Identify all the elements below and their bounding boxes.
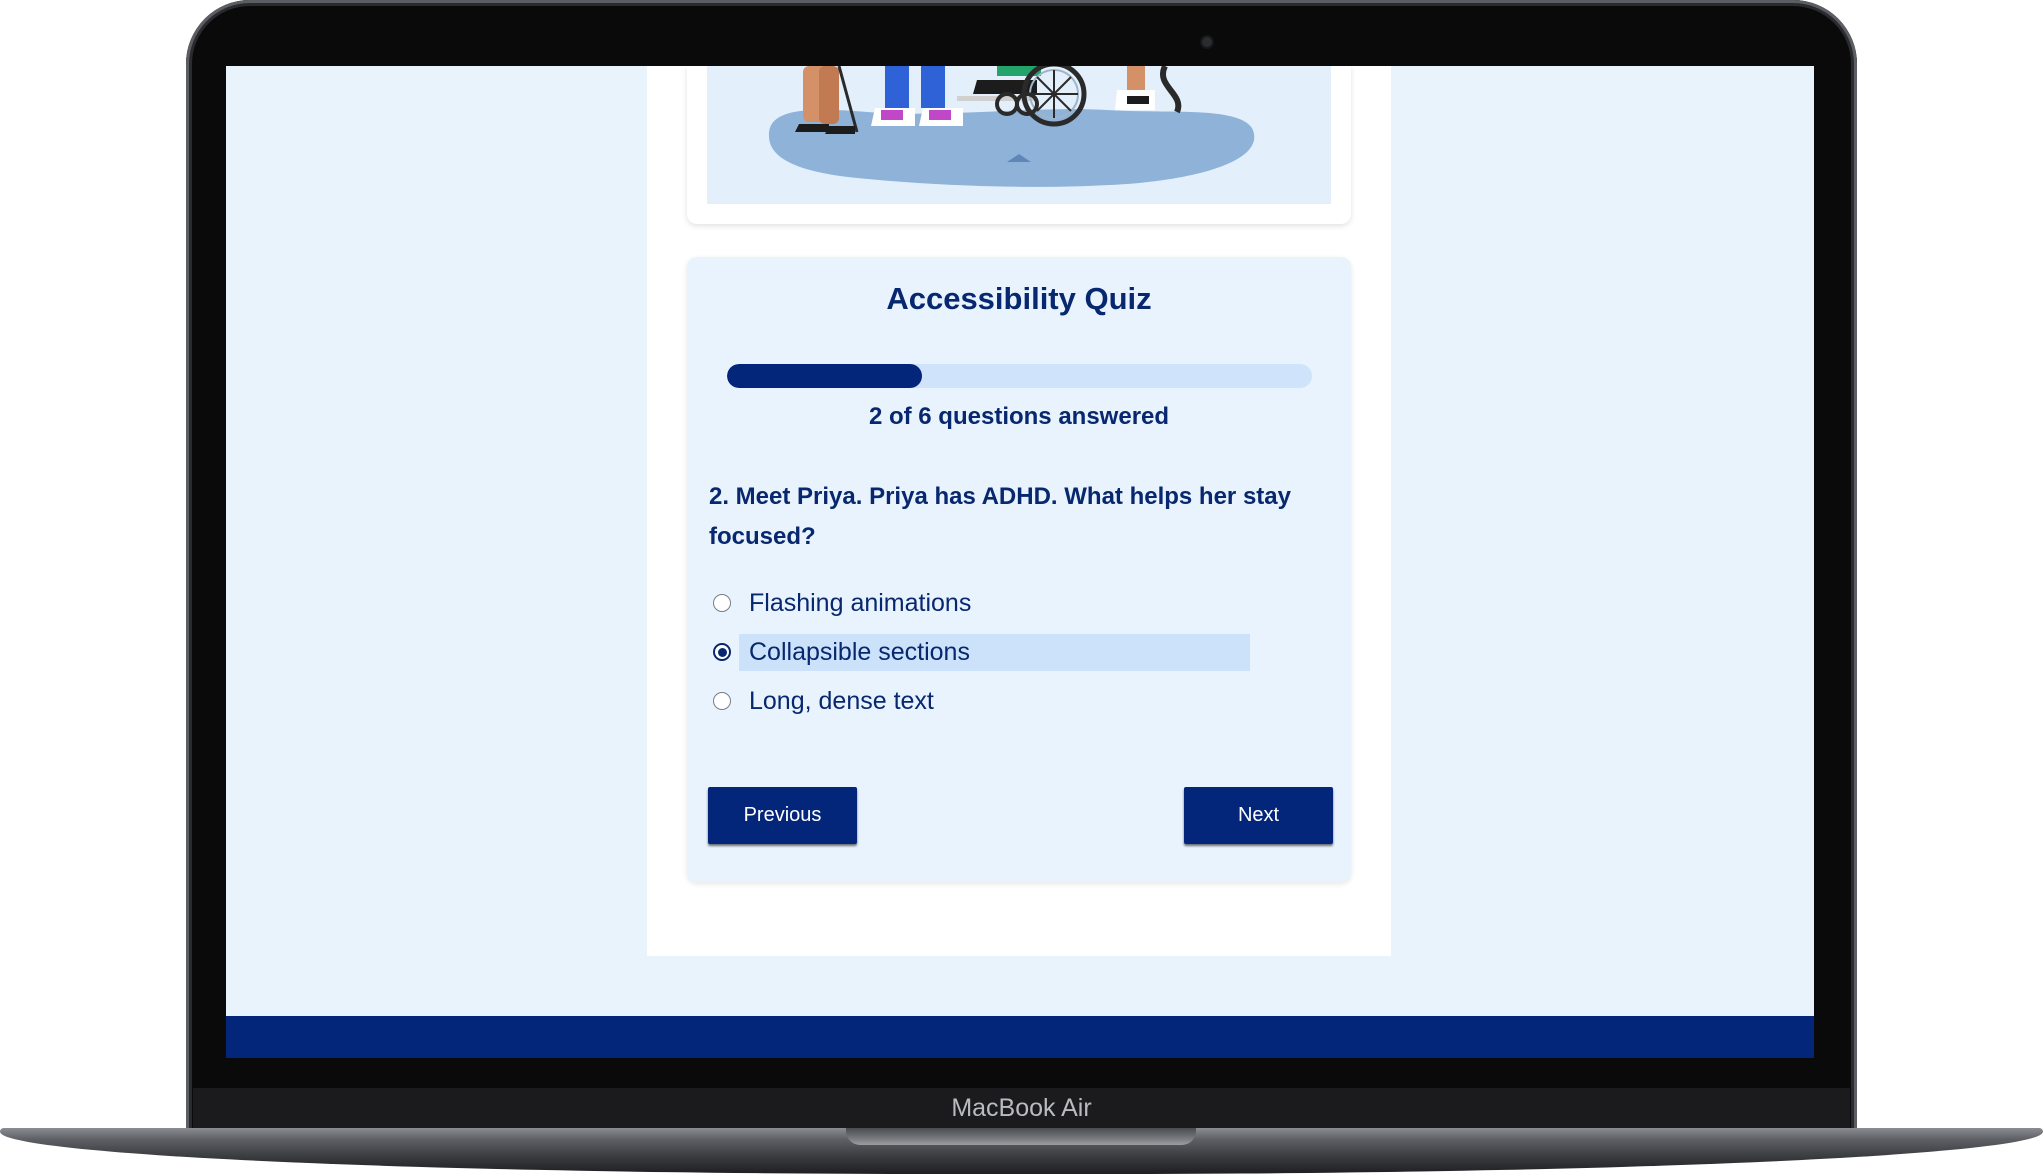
accessibility-illustration <box>768 66 1255 187</box>
option-label[interactable]: Long, dense text <box>739 683 944 720</box>
option-collapsible-sections[interactable]: Collapsible sections <box>709 632 1269 672</box>
radio-button[interactable] <box>713 643 731 661</box>
previous-button[interactable]: Previous <box>708 787 857 844</box>
page-footer <box>226 1016 1814 1058</box>
next-button[interactable]: Next <box>1184 787 1333 844</box>
radio-button[interactable] <box>713 594 731 612</box>
illustration-card <box>687 66 1351 224</box>
browser-viewport[interactable]: Accessibility Quiz 2 of 6 questions answ… <box>226 66 1814 1058</box>
quiz-card: Accessibility Quiz 2 of 6 questions answ… <box>687 257 1351 882</box>
question-text: 2. Meet Priya. Priya has ADHD. What help… <box>709 483 1291 550</box>
progress-bar-fill <box>727 364 922 388</box>
quiz-title: Accessibility Quiz <box>886 281 1152 316</box>
device-label: MacBook Air <box>951 1094 1092 1122</box>
progress-bar <box>727 364 1312 388</box>
option-label[interactable]: Flashing animations <box>739 585 981 622</box>
option-long-dense-text[interactable]: Long, dense text <box>709 681 1269 721</box>
progress-text: 2 of 6 questions answered <box>868 403 1170 430</box>
webcam <box>1202 37 1212 47</box>
option-label[interactable]: Collapsible sections <box>739 633 1250 671</box>
radio-button[interactable] <box>713 692 731 710</box>
illustration-frame <box>707 66 1331 204</box>
laptop-notch <box>846 1128 1196 1145</box>
option-flashing-animations[interactable]: Flashing animations <box>709 583 1269 623</box>
